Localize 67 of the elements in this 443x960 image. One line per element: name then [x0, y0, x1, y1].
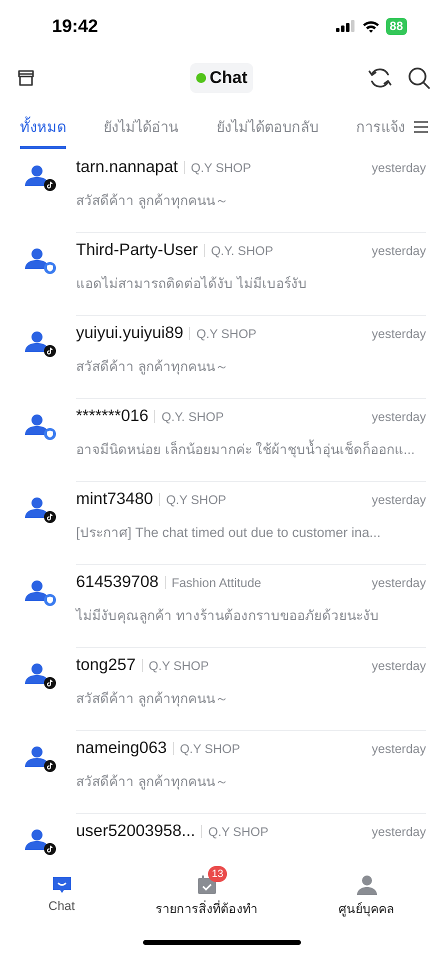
chat-row[interactable]: *******016 Q.Y. SHOP yesterday อาจมีนิดหน่อย เล็กน้อยมากค่ะ ใช้ผ้าชุบน้ำอุ่นเช็ดก็ออกแ... [0, 399, 443, 482]
message-preview: สวัสดีค้าา ลูกค้าทุกคนน～ [76, 192, 230, 210]
shield-badge-icon [44, 262, 56, 274]
filter-tab[interactable]: ทั้งหมด [20, 105, 66, 149]
message-time: yesterday [372, 825, 426, 839]
shop-name: Q.Y. SHOP [210, 244, 274, 258]
shield-badge-icon [44, 594, 56, 606]
menu-icon[interactable] [413, 120, 429, 134]
notification-count: 13 [208, 866, 228, 882]
nav-tab[interactable]: ศูนย์บุคคล [338, 866, 395, 928]
message-preview: สวัสดีค้าา ลูกค้าทุกคนน～ [76, 358, 230, 376]
chat-row[interactable]: Third-Party-User Q.Y. SHOP yesterday แอดไม่สามารถติดต่อได้งับ ไม่มีเบอร์งับ [0, 233, 443, 316]
message-time: yesterday [372, 161, 426, 175]
message-time: yesterday [372, 742, 426, 756]
message-time: yesterday [372, 576, 426, 590]
nav-tab[interactable]: Chat [48, 866, 75, 928]
shop-name: Q.Y SHOP [190, 161, 252, 175]
person-icon [356, 874, 378, 896]
contact-name: tarn.nannapat [76, 158, 178, 177]
shop-name: Q.Y SHOP [196, 327, 257, 341]
music-note-badge-icon [44, 511, 56, 523]
message-time: yesterday [372, 244, 426, 258]
store-icon [16, 68, 36, 88]
message-preview: สวัสดีค้าา ลูกค้าทุกคนน～ [76, 773, 230, 792]
message-time: yesterday [372, 410, 426, 424]
music-note-badge-icon [44, 345, 56, 357]
battery-level: 88 [386, 18, 407, 34]
wifi-icon [362, 20, 380, 32]
shop-name: Q.Y SHOP [148, 659, 209, 673]
shop-name: Q.Y SHOP [166, 493, 226, 507]
signal-icon [336, 20, 356, 32]
music-note-badge-icon [44, 179, 56, 191]
contact-name: user52003958... [76, 822, 196, 841]
clock-time: 19:42 [52, 16, 98, 36]
shop-name: Q.Y SHOP [180, 742, 240, 756]
chat-row[interactable]: nameing063 Q.Y SHOP yesterday สวัสดีค้าา ลูกค้าทุกคนน～ [0, 731, 443, 814]
message-preview: สวัสดีค้าา ลูกค้าทุกคนน～ [76, 690, 230, 708]
message-time: yesterday [372, 493, 426, 507]
shop-name: Fashion Attitude [172, 576, 262, 590]
contact-name: 614539708 [76, 573, 159, 592]
contact-name: yuiyui.yuiyui89 [76, 324, 184, 343]
shop-name: Q.Y SHOP [208, 825, 268, 839]
contact-name: mint73480 [76, 490, 154, 509]
contact-name: Third-Party-User [76, 241, 198, 260]
chat-row[interactable]: yuiyui.yuiyui89 Q.Y SHOP yesterday สวัสดีค้าา ลูกค้าทุกคนน～ [0, 316, 443, 399]
message-time: yesterday [372, 659, 426, 673]
chat-row[interactable]: mint73480 Q.Y SHOP yesterday [ประกาศ] The chat timed out due to customer ina... [0, 482, 443, 565]
header-title: Chat [210, 68, 248, 88]
message-preview: [ประกาศ] The chat timed out due to customer ina... [76, 524, 382, 542]
contact-name: nameing063 [76, 739, 167, 758]
chat-row[interactable]: tong257 Q.Y SHOP yesterday สวัสดีค้าา ลูกค้าทุกคนน～ [0, 648, 443, 731]
chat-row[interactable]: tarn.nannapat Q.Y SHOP yesterday สวัสดีค้าา ลูกค้าทุกคนน～ [0, 150, 443, 233]
music-note-badge-icon [44, 677, 56, 689]
nav-tab[interactable]: 13 รายการสิ่งที่ต้องทำ [156, 866, 258, 928]
music-note-badge-icon [44, 843, 56, 855]
message-preview: ไม่มีงับคุณลูกค้า ทางร้านต้องกราบขออภัยด้วยนะงับ [76, 607, 380, 626]
search-icon[interactable] [407, 66, 431, 90]
message-preview: อาจมีนิดหน่อย เล็กน้อยมากค่ะ ใช้ผ้าชุบน้ำอุ่นเช็ดก็ออกแ... [76, 438, 426, 460]
music-note-badge-icon [44, 760, 56, 772]
contact-name: *******016 [76, 407, 148, 426]
message-preview: แอดไม่สามารถติดต่อได้งับ ไม่มีเบอร์งับ [76, 275, 308, 293]
shop-name: Q.Y. SHOP [161, 410, 224, 424]
chat-row[interactable]: 614539708 Fashion Attitude yesterday ไม่มีงับคุณลูกค้า ทางร้านต้องกราบขออภัยด้วยนะงับ [0, 565, 443, 648]
message-time: yesterday [372, 327, 426, 341]
contact-name: tong257 [76, 656, 136, 675]
shield-badge-icon [44, 428, 56, 440]
chat-status-pill[interactable]: Chat [190, 63, 254, 93]
